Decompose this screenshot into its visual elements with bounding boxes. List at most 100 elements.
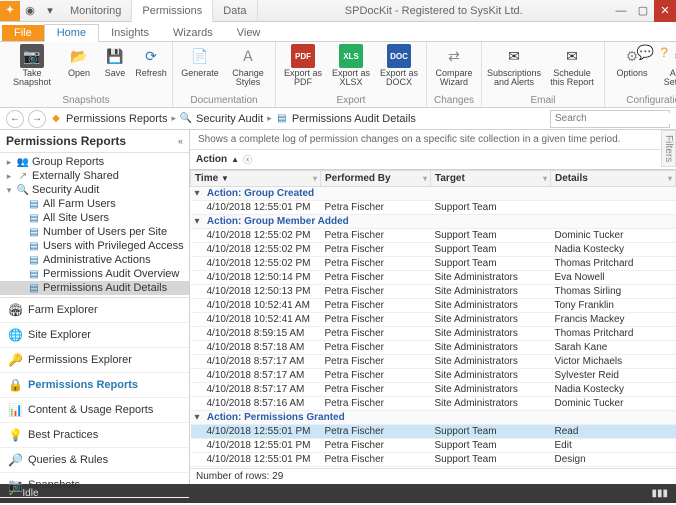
filter-icon[interactable]: ▾ <box>668 174 672 183</box>
group-by-bar[interactable]: Action ▲ ⓧ <box>190 150 676 170</box>
table-row[interactable]: 4/10/2018 12:50:14 PMPetra FischerSite A… <box>191 271 676 285</box>
nav-permissions-explorer[interactable]: 🔑Permissions Explorer <box>0 348 189 373</box>
nav-permissions-reports[interactable]: 🔒Permissions Reports <box>0 373 189 398</box>
table-row[interactable]: 4/10/2018 12:50:13 PMPetra FischerSite A… <box>191 285 676 299</box>
tree-item[interactable]: ▤Permissions Audit Details <box>0 281 189 295</box>
reports-icon: ◆ <box>50 113 62 125</box>
change-styles-button[interactable]: ＡChange Styles <box>227 44 269 88</box>
tree-item[interactable]: ▤Users with Privileged Access <box>0 239 189 253</box>
list-icon: ▤ <box>28 240 40 252</box>
nav-queries-rules[interactable]: 🔎Queries & Rules <box>0 448 189 473</box>
breadcrumb-root[interactable]: Permissions Reports <box>66 113 167 125</box>
data-grid[interactable]: Time ▼▾ Performed By▾ Target▾ Details▾ ▾… <box>190 170 676 468</box>
nav-icon: 🔑 <box>8 353 22 367</box>
export-pdf-button[interactable]: PDFExport as PDF <box>282 44 324 88</box>
tree-group-reports[interactable]: ▸👥Group Reports <box>0 155 189 169</box>
col-details[interactable]: Details▾ <box>551 171 676 187</box>
qat-dropdown-icon[interactable]: ▾ <box>40 1 60 21</box>
table-row[interactable]: 4/10/2018 10:52:41 AMPetra FischerSite A… <box>191 313 676 327</box>
tree-security-audit[interactable]: ▾🔍Security Audit <box>0 183 189 197</box>
col-time[interactable]: Time ▼▾ <box>191 171 321 187</box>
table-row[interactable]: 4/10/2018 12:55:02 PMPetra FischerSuppor… <box>191 243 676 257</box>
table-row[interactable]: 4/10/2018 8:57:17 AMPetra FischerSite Ad… <box>191 383 676 397</box>
tree-item[interactable]: ▤All Site Users <box>0 211 189 225</box>
tab-home[interactable]: Home <box>44 24 99 42</box>
schedule-report-button[interactable]: ✉Schedule this Report <box>546 44 598 88</box>
open-button[interactable]: 📂Open <box>64 44 94 78</box>
export-xlsx-button[interactable]: XLSExport as XLSX <box>330 44 372 88</box>
table-row[interactable]: 4/10/2018 12:55:02 PMPetra FischerSuppor… <box>191 257 676 271</box>
qat-camera-icon[interactable]: ◉ <box>20 1 40 21</box>
top-tab-monitoring[interactable]: Monitoring <box>60 0 132 22</box>
nav-site-explorer[interactable]: 🌐Site Explorer <box>0 323 189 348</box>
nav-content-usage-reports[interactable]: 📊Content & Usage Reports <box>0 398 189 423</box>
group-header[interactable]: ▾ Action: Group Created <box>191 187 676 201</box>
table-row[interactable]: 4/10/2018 8:57:16 AMPetra FischerSite Ad… <box>191 397 676 411</box>
close-button[interactable]: ✕ <box>654 0 676 22</box>
col-target[interactable]: Target▾ <box>431 171 551 187</box>
top-tab-data[interactable]: Data <box>213 0 257 22</box>
tab-insights[interactable]: Insights <box>99 25 161 41</box>
table-row[interactable]: 4/10/2018 12:55:01 PMPetra FischerSuppor… <box>191 453 676 467</box>
tab-wizards[interactable]: Wizards <box>161 25 225 41</box>
tree-item[interactable]: ▤Number of Users per Site <box>0 225 189 239</box>
report-tree: ▸👥Group Reports ▸↗Externally Shared ▾🔍Se… <box>0 153 189 298</box>
list-icon: ▤ <box>28 254 40 266</box>
compare-wizard-button[interactable]: ⇄Compare Wizard <box>433 44 475 88</box>
subscriptions-button[interactable]: ✉Subscriptions and Alerts <box>488 44 540 88</box>
nav-forward-button[interactable]: → <box>28 110 46 128</box>
col-performed-by[interactable]: Performed By▾ <box>321 171 431 187</box>
sidebar: Permissions Reports« ▸👥Group Reports ▸↗E… <box>0 130 190 484</box>
export-docx-button[interactable]: DOCExport as DOCX <box>378 44 420 88</box>
breadcrumb-leaf[interactable]: Permissions Audit Details <box>292 113 416 125</box>
refresh-button[interactable]: ⟳Refresh <box>136 44 166 78</box>
search-box[interactable]: 🔍 <box>550 110 670 128</box>
nav-best-practices[interactable]: 💡Best Practices <box>0 423 189 448</box>
help-icon[interactable]: ? <box>660 44 668 61</box>
group-header[interactable]: ▾ Action: Group Member Added <box>191 215 676 229</box>
sort-asc-icon[interactable]: ▲ <box>231 155 239 164</box>
group-header[interactable]: ▾ Action: Permissions Granted <box>191 411 676 425</box>
table-row[interactable]: 4/10/2018 12:55:02 PMPetra FischerSuppor… <box>191 229 676 243</box>
styles-icon: Ａ <box>236 44 260 68</box>
table-row[interactable]: 4/10/2018 12:55:01 PMPetra FischerSuppor… <box>191 439 676 453</box>
table-row[interactable]: 4/10/2018 8:59:15 AMPetra FischerSite Ad… <box>191 327 676 341</box>
top-tab-permissions[interactable]: Permissions <box>132 0 213 22</box>
filter-icon[interactable]: ▾ <box>313 174 317 183</box>
chevron-right-icon: ▸ <box>267 113 272 124</box>
generate-button[interactable]: 📄Generate <box>179 44 221 78</box>
nav-farm-explorer[interactable]: 🏟Farm Explorer <box>0 298 189 323</box>
nav-links: 🏟Farm Explorer🌐Site Explorer🔑Permissions… <box>0 298 189 498</box>
tree-externally-shared[interactable]: ▸↗Externally Shared <box>0 169 189 183</box>
nav-back-button[interactable]: ← <box>6 110 24 128</box>
table-row[interactable]: 4/10/2018 8:57:18 AMPetra FischerSite Ad… <box>191 341 676 355</box>
minimize-button[interactable]: — <box>610 0 632 22</box>
table-row[interactable]: 4/10/2018 12:55:01 PMPetra FischerSuppor… <box>191 201 676 215</box>
maximize-button[interactable]: ▢ <box>632 0 654 22</box>
table-row[interactable]: 4/10/2018 10:52:41 AMPetra FischerSite A… <box>191 299 676 313</box>
save-button[interactable]: 💾Save <box>100 44 130 78</box>
tree-item[interactable]: ▤All Farm Users <box>0 197 189 211</box>
tab-view[interactable]: View <box>225 25 273 41</box>
take-snapshot-button[interactable]: 📷Take Snapshot <box>6 44 58 88</box>
filter-icon[interactable]: ▾ <box>543 174 547 183</box>
collapse-icon[interactable]: « <box>178 136 183 146</box>
status-text: Idle <box>22 488 38 499</box>
breadcrumb-security[interactable]: Security Audit <box>196 113 263 125</box>
filter-icon[interactable]: ▾ <box>423 174 427 183</box>
tree-item[interactable]: ▤Permissions Audit Overview <box>0 267 189 281</box>
table-row[interactable]: 4/10/2018 12:55:01 PMPetra FischerSuppor… <box>191 425 676 439</box>
shield-gear-icon: ⚙ <box>668 44 676 68</box>
report-description: Shows a complete log of permission chang… <box>190 130 676 150</box>
list-icon: ▤ <box>28 282 40 294</box>
close-group-icon[interactable]: ⓧ <box>243 153 252 166</box>
tree-item[interactable]: ▤Administrative Actions <box>0 253 189 267</box>
filters-tab[interactable]: Filters <box>661 130 676 167</box>
tab-file[interactable]: File <box>2 25 44 41</box>
search-input[interactable] <box>555 113 676 124</box>
table-row[interactable]: 4/10/2018 8:57:17 AMPetra FischerSite Ad… <box>191 369 676 383</box>
sidebar-title: Permissions Reports« <box>0 130 189 153</box>
chat-icon[interactable]: 💬 <box>637 44 654 61</box>
table-row[interactable]: 4/10/2018 8:57:17 AMPetra FischerSite Ad… <box>191 355 676 369</box>
group-label: Email <box>488 95 598 107</box>
